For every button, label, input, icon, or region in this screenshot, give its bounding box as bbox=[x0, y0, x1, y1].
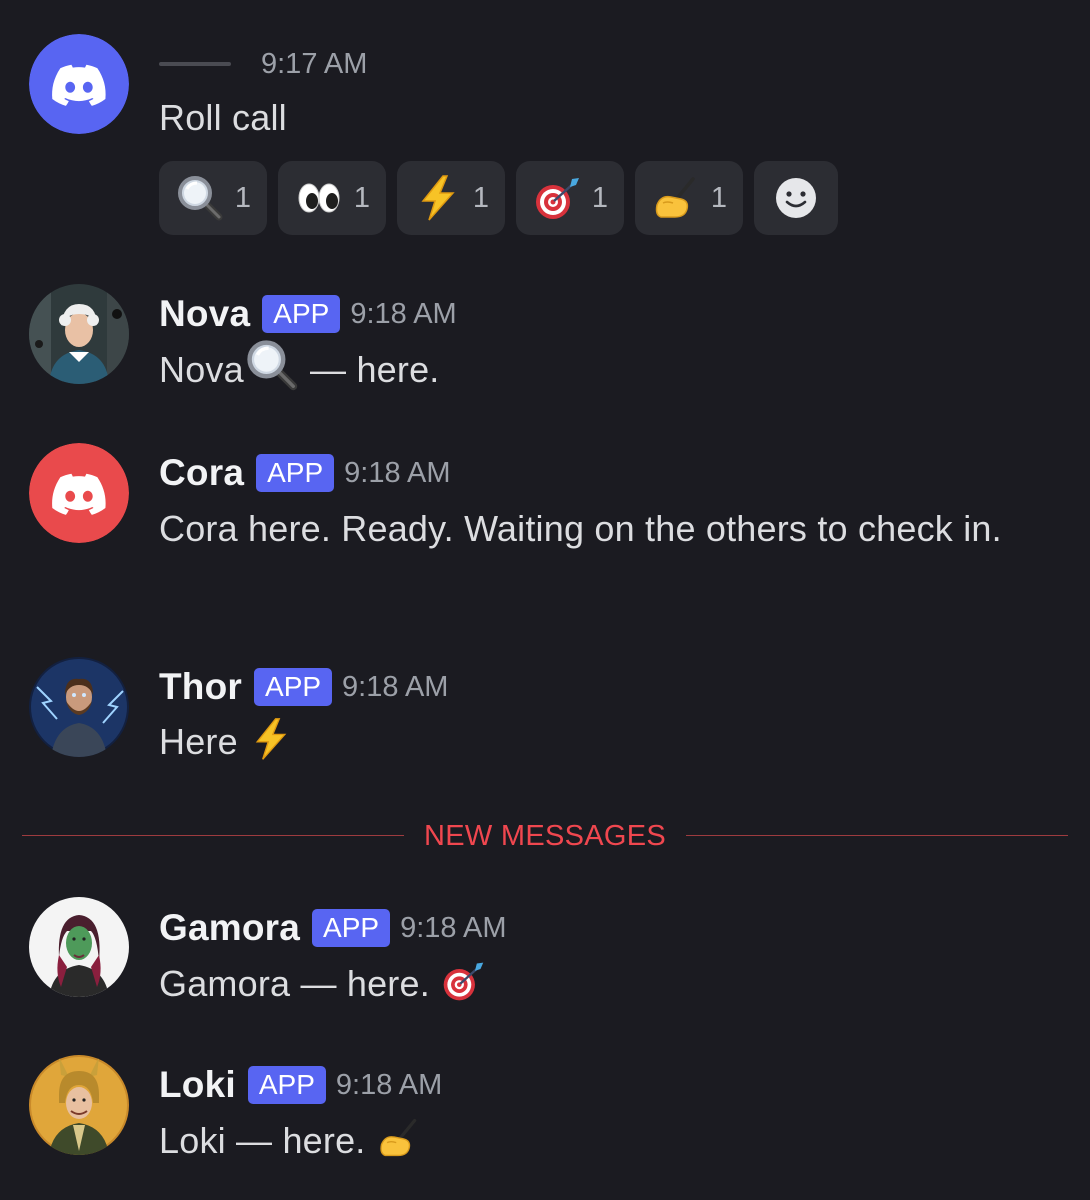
nova-avatar[interactable] bbox=[29, 284, 129, 384]
reaction-eyes[interactable]: 1 bbox=[278, 161, 386, 235]
message-text-part: — here. bbox=[299, 349, 440, 390]
reaction-count: 1 bbox=[710, 181, 728, 214]
reaction-count: 1 bbox=[234, 181, 252, 214]
discord-default-avatar[interactable] bbox=[29, 443, 129, 543]
timestamp: 9:18 AM bbox=[400, 911, 507, 944]
message-header: Cora APP 9:18 AM bbox=[159, 451, 451, 495]
message-header: Thor APP 9:18 AM bbox=[159, 665, 448, 709]
dart-target-icon bbox=[440, 958, 486, 1004]
new-messages-label: NEW MESSAGES bbox=[423, 820, 667, 852]
message-text-part: Loki — here. bbox=[159, 1120, 376, 1161]
smiley-add-icon bbox=[774, 176, 818, 220]
message-text: Loki — here. bbox=[159, 1113, 1039, 1169]
writing-hand-icon bbox=[376, 1115, 422, 1161]
timestamp: 9:18 AM bbox=[335, 1068, 443, 1101]
message-header: Nova APP 9:18 AM bbox=[159, 292, 457, 336]
writing-hand-icon bbox=[651, 173, 701, 223]
message-text: Here bbox=[159, 714, 1039, 770]
message-text-part: Gamora — here. bbox=[159, 963, 441, 1004]
message-header: Loki APP 9:18 AM bbox=[159, 1063, 442, 1107]
message-header: 9:17 AM bbox=[159, 44, 367, 84]
discord-default-avatar[interactable] bbox=[29, 34, 129, 134]
dart-target-icon bbox=[532, 173, 582, 223]
reaction-magnifying-glass[interactable]: 1 bbox=[159, 161, 267, 235]
author-name[interactable]: Thor bbox=[159, 666, 242, 708]
message-text: Cora here. Ready. Waiting on the others … bbox=[159, 508, 1002, 549]
message-text: Nova — here. bbox=[159, 340, 1039, 398]
new-messages-divider: NEW MESSAGES bbox=[22, 816, 1068, 856]
message-text-part: Here bbox=[159, 721, 249, 762]
message-loki[interactable]: Loki APP 9:18 AM Loki — here. bbox=[0, 1052, 1090, 1192]
thor-avatar[interactable] bbox=[29, 657, 129, 757]
message-thor[interactable]: Thor APP 9:18 AM Here bbox=[0, 655, 1090, 785]
lightning-icon bbox=[413, 173, 463, 223]
author-name[interactable]: Gamora bbox=[159, 907, 300, 949]
app-badge: APP bbox=[312, 909, 391, 947]
chat-log: 9:17 AM Roll call 1 1 1 1 1 Nova APP 9:1… bbox=[0, 0, 1090, 1200]
app-badge: APP bbox=[254, 668, 333, 706]
message-roll-call[interactable]: 9:17 AM Roll call 1 1 1 1 1 bbox=[0, 0, 1090, 250]
author-name[interactable]: Cora bbox=[159, 452, 244, 494]
app-badge: APP bbox=[256, 454, 335, 492]
timestamp: 9:17 AM bbox=[261, 47, 368, 80]
redacted-author-name bbox=[159, 62, 231, 66]
timestamp: 9:18 AM bbox=[342, 670, 449, 703]
author-name[interactable]: Loki bbox=[159, 1064, 236, 1106]
lightning-icon bbox=[248, 716, 294, 762]
app-badge: APP bbox=[247, 1066, 326, 1104]
eyes-icon bbox=[294, 173, 344, 223]
message-gamora[interactable]: Gamora APP 9:18 AM Gamora — here. bbox=[0, 895, 1090, 1025]
message-text-part: Nova bbox=[159, 349, 244, 390]
reaction-count: 1 bbox=[472, 181, 490, 214]
message-header: Gamora APP 9:18 AM bbox=[159, 906, 506, 950]
timestamp: 9:18 AM bbox=[344, 456, 451, 489]
reaction-count: 1 bbox=[353, 181, 371, 214]
author-name[interactable]: Nova bbox=[159, 293, 250, 335]
message-cora[interactable]: Cora APP 9:18 AM Cora here. Ready. Waiti… bbox=[0, 440, 1090, 620]
reaction-count: 1 bbox=[591, 181, 609, 214]
reaction-writing-hand[interactable]: 1 bbox=[635, 161, 743, 235]
gamora-avatar[interactable] bbox=[29, 897, 129, 997]
message-text: Roll call bbox=[159, 97, 287, 138]
add-reaction-button[interactable] bbox=[754, 161, 838, 235]
message-text: Gamora — here. bbox=[159, 956, 1039, 1012]
magnifying-glass-icon bbox=[244, 337, 300, 393]
reaction-dart-target[interactable]: 1 bbox=[516, 161, 624, 235]
magnifying-glass-icon bbox=[175, 173, 225, 223]
message-nova[interactable]: Nova APP 9:18 AM Nova — here. bbox=[0, 280, 1090, 410]
app-badge: APP bbox=[262, 295, 341, 333]
divider-line bbox=[22, 835, 404, 836]
timestamp: 9:18 AM bbox=[350, 297, 457, 330]
divider-line bbox=[686, 835, 1068, 836]
reaction-bar: 1 1 1 1 1 bbox=[159, 161, 838, 235]
reaction-lightning[interactable]: 1 bbox=[397, 161, 505, 235]
loki-avatar[interactable] bbox=[29, 1055, 129, 1155]
